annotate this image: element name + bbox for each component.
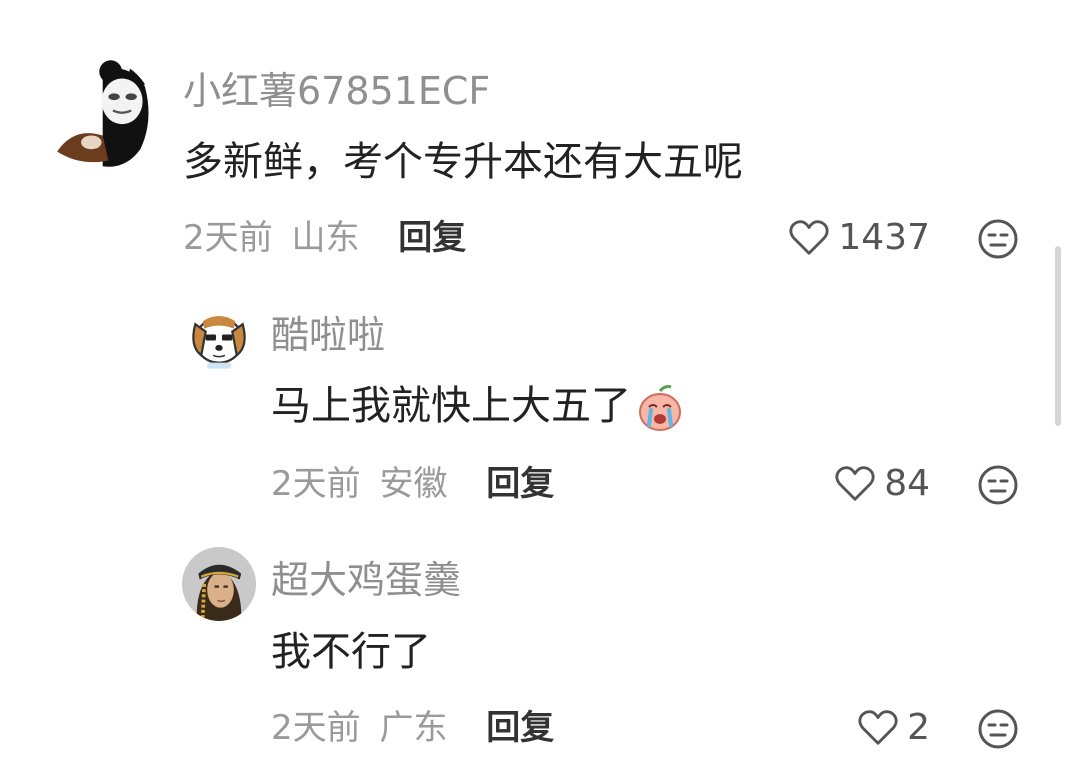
- neutral-face-icon: [978, 709, 1018, 749]
- avatar[interactable]: [40, 58, 154, 172]
- location: 安徽: [379, 464, 448, 504]
- like-button[interactable]: 84: [800, 462, 930, 506]
- heart-icon: [858, 710, 898, 745]
- comment-meta: 2天前 山东 回复: [183, 216, 466, 260]
- scrollbar[interactable]: [1055, 246, 1061, 426]
- like-count: 84: [884, 463, 930, 504]
- comment-meta: 2天前 广东 回复: [271, 706, 554, 750]
- like-count: 1437: [838, 217, 930, 258]
- reply-button[interactable]: 回复: [486, 464, 554, 504]
- neutral-face-icon: [978, 465, 1018, 505]
- dislike-button[interactable]: [977, 218, 1019, 260]
- heart-icon: [835, 466, 875, 501]
- avatar[interactable]: [182, 302, 256, 376]
- location: 广东: [379, 708, 448, 748]
- like-count: 2: [907, 707, 930, 748]
- timestamp: 2天前: [271, 708, 361, 748]
- like-button[interactable]: 1437: [780, 216, 930, 260]
- cartoon-dog-avatar-icon: [182, 302, 256, 376]
- neutral-face-icon: [978, 219, 1018, 259]
- crying-peach-emoji-icon: [639, 385, 681, 431]
- dislike-button[interactable]: [977, 708, 1019, 750]
- location: 山东: [291, 218, 360, 258]
- dislike-button[interactable]: [977, 464, 1019, 506]
- reply-button[interactable]: 回复: [486, 708, 554, 748]
- comment-text[interactable]: 马上我就快上大五了: [271, 380, 685, 433]
- avatar[interactable]: [182, 547, 256, 621]
- bandana-person-avatar-icon: [182, 547, 256, 621]
- reply-button[interactable]: 回复: [398, 218, 466, 258]
- comment-text[interactable]: 我不行了: [271, 626, 431, 678]
- comment-text-body: 马上我就快上大五了: [271, 383, 631, 429]
- username[interactable]: 小红薯67851ECF: [183, 68, 490, 114]
- panda-meme-avatar-icon: [40, 58, 154, 172]
- like-button[interactable]: 2: [820, 706, 930, 750]
- timestamp: 2天前: [271, 464, 361, 504]
- heart-icon: [789, 220, 829, 255]
- comment-text[interactable]: 多新鲜，考个专升本还有大五呢: [183, 136, 743, 188]
- username[interactable]: 酷啦啦: [271, 312, 385, 358]
- timestamp: 2天前: [183, 218, 273, 258]
- username[interactable]: 超大鸡蛋羹: [271, 557, 461, 603]
- comment-meta: 2天前 安徽 回复: [271, 462, 554, 506]
